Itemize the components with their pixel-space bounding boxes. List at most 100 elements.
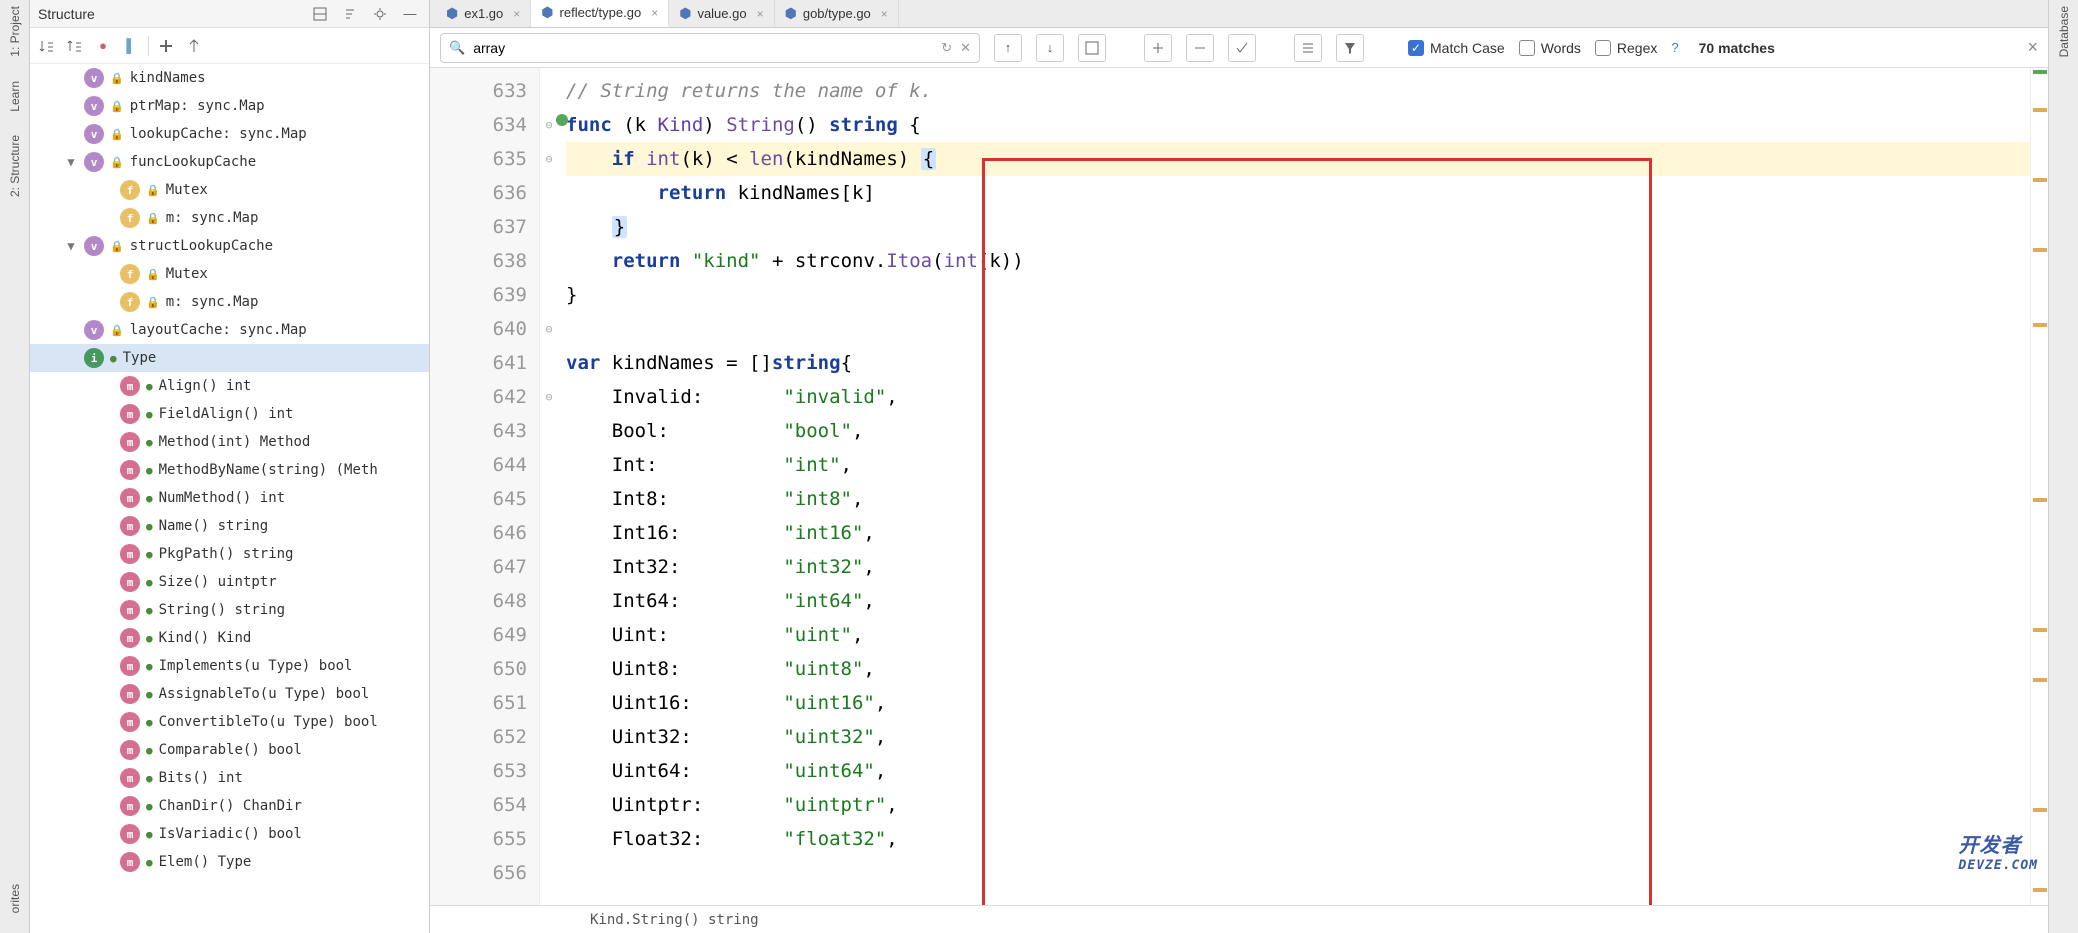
- tree-item-label: FieldAlign() int: [159, 406, 294, 422]
- tree-item[interactable]: ▼v🔒funcLookupCache: [30, 148, 429, 176]
- kind-badge: f: [120, 208, 140, 228]
- kind-badge: f: [120, 180, 140, 200]
- close-tab-icon[interactable]: ×: [881, 7, 888, 21]
- words-check[interactable]: Words: [1519, 40, 1581, 56]
- tab-value-go[interactable]: ⬢value.go×: [669, 0, 774, 27]
- tree-item[interactable]: m●Implements(u Type) bool: [30, 652, 429, 680]
- public-icon: ●: [146, 492, 153, 505]
- public-icon: ●: [146, 548, 153, 561]
- rail-item-learn[interactable]: Learn: [8, 81, 22, 112]
- code-area[interactable]: // String returns the name of k.func (k …: [558, 68, 2030, 905]
- filter-folder-icon[interactable]: ▌: [120, 35, 142, 57]
- line-gutter[interactable]: 6336346356366376386396406416426436446456…: [430, 68, 540, 905]
- public-icon: ●: [146, 632, 153, 645]
- code-editor[interactable]: 6336346356366376386396406416426436446456…: [430, 68, 2048, 905]
- tree-item[interactable]: m●Align() int: [30, 372, 429, 400]
- search-clear-icon[interactable]: ✕: [960, 40, 971, 56]
- tree-item-label: Size() uintptr: [159, 574, 277, 590]
- kind-badge: m: [120, 376, 140, 396]
- expand-all-icon[interactable]: [155, 35, 177, 57]
- kind-badge: v: [84, 320, 104, 340]
- search-input[interactable]: [473, 40, 933, 56]
- tab-ex1-go[interactable]: ⬢ex1.go×: [436, 0, 531, 27]
- tree-item[interactable]: ▼v🔒structLookupCache: [30, 232, 429, 260]
- tree-item[interactable]: m●ChanDir() ChanDir: [30, 792, 429, 820]
- public-icon: ●: [146, 716, 153, 729]
- marker-strip[interactable]: [2030, 68, 2048, 905]
- breadcrumb[interactable]: Kind.String() string: [430, 905, 2048, 933]
- rail-item-database[interactable]: Database: [2057, 6, 2071, 57]
- close-tab-icon[interactable]: ×: [513, 7, 520, 21]
- sort-icon[interactable]: [339, 3, 361, 25]
- public-icon: ●: [146, 380, 153, 393]
- tree-item[interactable]: m●IsVariadic() bool: [30, 820, 429, 848]
- remove-selection-icon[interactable]: [1186, 34, 1214, 62]
- tree-item[interactable]: m●Comparable() bool: [30, 736, 429, 764]
- gutter-run-icon[interactable]: [556, 114, 568, 126]
- public-icon: ●: [146, 828, 153, 841]
- rail-item-favorites[interactable]: orites: [8, 884, 22, 913]
- rail-item-structure[interactable]: 2: Structure: [8, 135, 22, 197]
- public-icon: ●: [146, 576, 153, 589]
- gear-icon[interactable]: [369, 3, 391, 25]
- select-all-icon[interactable]: [1078, 34, 1106, 62]
- search-history-icon[interactable]: ↻: [941, 40, 952, 56]
- tree-item[interactable]: v🔒layoutCache: sync.Map: [30, 316, 429, 344]
- mark-all-icon[interactable]: [1228, 34, 1256, 62]
- tree-item[interactable]: m●String() string: [30, 596, 429, 624]
- sort-alpha-icon[interactable]: [36, 35, 58, 57]
- rail-item-project[interactable]: 1: Project: [8, 6, 22, 57]
- prev-match-icon[interactable]: ↑: [994, 34, 1022, 62]
- tree-item[interactable]: f🔒Mutex: [30, 260, 429, 288]
- next-match-icon[interactable]: ↓: [1036, 34, 1064, 62]
- tree-item[interactable]: m●Elem() Type: [30, 848, 429, 876]
- filter-results-icon[interactable]: [1336, 34, 1364, 62]
- tree-item-label: ConvertibleTo(u Type) bool: [159, 714, 378, 730]
- match-case-check[interactable]: ✓Match Case: [1408, 40, 1505, 56]
- tree-item-label: Name() string: [159, 518, 269, 534]
- tree-item[interactable]: m●Bits() int: [30, 764, 429, 792]
- tree-item[interactable]: m●MethodByName(string) (Meth: [30, 456, 429, 484]
- tree-item[interactable]: m●Name() string: [30, 512, 429, 540]
- structure-tree[interactable]: v🔒kindNamesv🔒ptrMap: sync.Mapv🔒lookupCac…: [30, 64, 429, 933]
- tree-item[interactable]: m●Size() uintptr: [30, 568, 429, 596]
- tree-twist-icon[interactable]: ▼: [64, 155, 78, 169]
- list-results-icon[interactable]: [1294, 34, 1322, 62]
- tab-gob-type-go[interactable]: ⬢gob/type.go×: [775, 0, 899, 27]
- tree-item[interactable]: v🔒kindNames: [30, 64, 429, 92]
- tree-item[interactable]: f🔒m: sync.Map: [30, 288, 429, 316]
- kind-badge: m: [120, 740, 140, 760]
- collapse-all-icon[interactable]: [183, 35, 205, 57]
- kind-badge: v: [84, 68, 104, 88]
- view-mode-icon[interactable]: [309, 3, 331, 25]
- hide-icon[interactable]: —: [399, 3, 421, 25]
- tree-item-label: structLookupCache: [130, 238, 273, 254]
- tree-item[interactable]: v🔒lookupCache: sync.Map: [30, 120, 429, 148]
- tree-item[interactable]: m●Kind() Kind: [30, 624, 429, 652]
- tree-item[interactable]: i●Type: [30, 344, 429, 372]
- filter-fields-icon[interactable]: ●: [92, 35, 114, 57]
- tree-item[interactable]: v🔒ptrMap: sync.Map: [30, 92, 429, 120]
- tree-item[interactable]: m●NumMethod() int: [30, 484, 429, 512]
- tab-reflect-type-go[interactable]: ⬢reflect/type.go×: [531, 0, 669, 27]
- tree-item[interactable]: m●AssignableTo(u Type) bool: [30, 680, 429, 708]
- close-icon[interactable]: ×: [2027, 37, 2038, 58]
- tree-item[interactable]: m●FieldAlign() int: [30, 400, 429, 428]
- tree-item[interactable]: f🔒Mutex: [30, 176, 429, 204]
- tree-item-label: funcLookupCache: [130, 154, 256, 170]
- close-tab-icon[interactable]: ×: [651, 6, 658, 20]
- close-tab-icon[interactable]: ×: [757, 7, 764, 21]
- tree-item[interactable]: m●ConvertibleTo(u Type) bool: [30, 708, 429, 736]
- tree-twist-icon[interactable]: ▼: [64, 239, 78, 253]
- findbar-help[interactable]: ?: [1671, 40, 1678, 55]
- tree-item[interactable]: m●Method(int) Method: [30, 428, 429, 456]
- fold-column[interactable]: ⊖⊖⊖⊖: [540, 68, 558, 905]
- editor-main: ⬢ex1.go×⬢reflect/type.go×⬢value.go×⬢gob/…: [430, 0, 2048, 933]
- regex-check[interactable]: Regex: [1595, 40, 1657, 56]
- tree-item[interactable]: m●PkgPath() string: [30, 540, 429, 568]
- tree-item[interactable]: f🔒m: sync.Map: [30, 204, 429, 232]
- structure-titlebar: Structure —: [30, 0, 429, 28]
- add-selection-icon[interactable]: [1144, 34, 1172, 62]
- search-box[interactable]: 🔍 ↻ ✕: [440, 33, 980, 63]
- sort-kind-icon[interactable]: [64, 35, 86, 57]
